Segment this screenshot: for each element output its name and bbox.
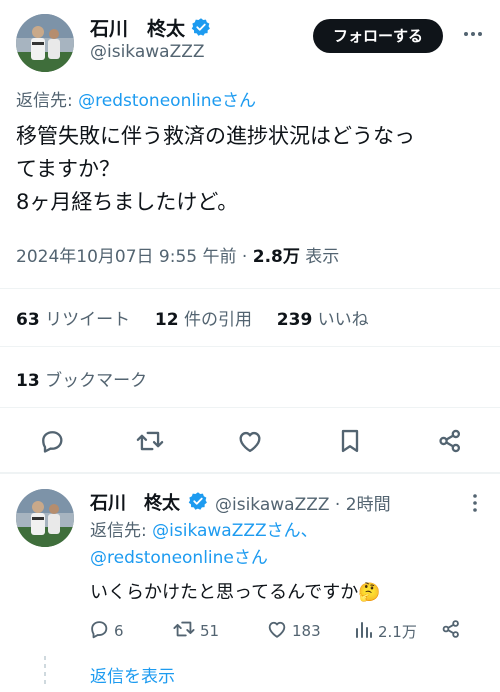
retweet-count: 51 [200, 622, 220, 640]
views-count: 2.1万 [378, 622, 417, 641]
tweet-text-line: 8ヶ月経ちましたけど。 [16, 190, 239, 214]
bookmarks-count: 13 [16, 371, 40, 391]
likes-label: いいね [312, 310, 369, 330]
views-label: 表示 [299, 247, 340, 267]
reply-handle-time: @isikawaZZZ · 2時間 [215, 490, 391, 515]
reply-to-line: 返信先: @isikawaZZZさん、 @redstoneonlineさん [90, 518, 318, 572]
reply-header: 石川 柊太 [90, 489, 180, 515]
verified-badge-icon [191, 18, 210, 36]
bookmarks-stat[interactable]: 13 ブックマーク [16, 366, 147, 391]
reply-text: いくらかけたと思ってるんですか🤔 [90, 582, 381, 603]
timestamp-link[interactable]: 2024年10月07日 9:55 午前 [16, 247, 237, 267]
reply-to-handle-link[interactable]: @redstoneonlineさん [90, 548, 268, 568]
reply-author-name[interactable]: 石川 柊太 [90, 493, 180, 514]
reply-time-link[interactable]: 2時間 [346, 495, 391, 515]
reply-to-handle-link[interactable]: @isikawaZZZさん、 [152, 521, 318, 541]
reply-to-prefix: 返信先: [90, 521, 153, 541]
retweets-stat[interactable]: 63 リツイート [16, 310, 130, 330]
reply-icon [88, 618, 110, 644]
views-count: 2.8万 [252, 247, 300, 267]
reply-action-bar: 6 51 183 2.1万 [88, 618, 488, 644]
author-handle[interactable]: @isikawaZZZ [90, 42, 205, 62]
bookmark-icon[interactable] [337, 427, 363, 459]
likes-stat[interactable]: 239 いいね [277, 310, 369, 330]
views-icon [354, 618, 374, 644]
engagement-stats-row: 63 リツイート 12 件の引用 239 いいね [16, 305, 369, 330]
reply-more-icon[interactable] [464, 492, 486, 518]
reply-author-handle[interactable]: @isikawaZZZ [215, 495, 330, 515]
retweets-count: 63 [16, 310, 40, 330]
reply-to-prefix: 返信先: [16, 91, 79, 111]
reply-to-line: 返信先: @redstoneonlineさん [16, 86, 256, 111]
share-icon[interactable] [436, 427, 464, 459]
thread-line [44, 656, 46, 686]
tweet-text-line: 移管失敗に伴う救済の進捗状況はどうなっ [16, 124, 415, 148]
quotes-count: 12 [154, 310, 179, 330]
divider [0, 288, 500, 289]
quotes-stat[interactable]: 12 件の引用 [155, 310, 252, 330]
quotes-label: 件の引用 [178, 310, 252, 330]
divider [0, 407, 500, 408]
author-name[interactable]: 石川 柊太 [90, 14, 185, 41]
divider [0, 346, 500, 347]
likes-count: 239 [276, 310, 313, 330]
retweet-action[interactable]: 51 [172, 618, 219, 644]
reply-icon[interactable] [38, 427, 66, 459]
section-separator [0, 472, 500, 474]
retweets-label: リツイート [39, 310, 131, 330]
share-icon[interactable] [440, 618, 462, 644]
reply-to-handle-link[interactable]: @redstoneonlineさん [78, 91, 256, 111]
verified-badge-icon [188, 492, 207, 510]
show-replies-link[interactable]: 返信を表示 [90, 662, 175, 687]
more-icon[interactable] [462, 23, 484, 50]
like-icon [266, 618, 288, 644]
like-icon[interactable] [236, 427, 264, 459]
avatar[interactable] [16, 14, 74, 72]
tweet-meta: 2024年10月07日 9:55 午前 · 2.8万 表示 [16, 242, 339, 267]
like-action[interactable]: 183 [266, 618, 321, 644]
bookmarks-label: ブックマーク [39, 371, 148, 391]
meta-separator: · [236, 247, 253, 267]
reply-action[interactable]: 6 [88, 618, 124, 644]
tweet-text-line: てますか？ [16, 157, 120, 181]
reply-count: 6 [114, 622, 124, 640]
retweet-icon[interactable] [135, 427, 165, 459]
retweet-icon [172, 618, 196, 644]
time-separator: · [329, 495, 346, 515]
like-count: 183 [292, 622, 321, 640]
follow-button[interactable]: フォローする [313, 19, 443, 53]
reply-avatar[interactable] [16, 489, 74, 547]
views-action[interactable]: 2.1万 [354, 618, 417, 644]
tweet-text: 移管失敗に伴う救済の進捗状況はどうなっ てますか？ 8ヶ月経ちましたけど。 [16, 120, 491, 219]
